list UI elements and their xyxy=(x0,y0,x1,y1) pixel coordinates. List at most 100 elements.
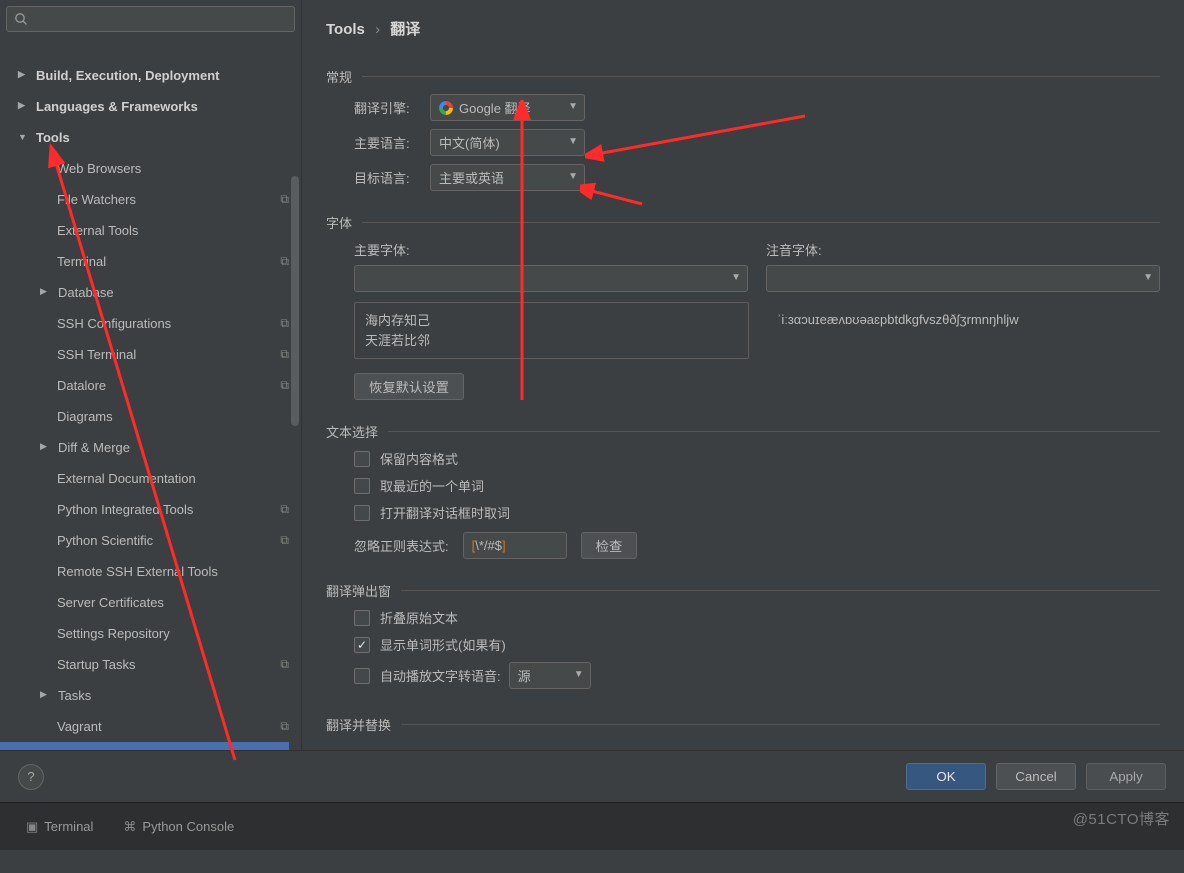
collapse-label: 折叠原始文本 xyxy=(380,608,458,627)
sidebar-item[interactable]: File Watchers ⧉ xyxy=(0,184,301,215)
sidebar-item-label: SSH Configurations xyxy=(57,316,171,331)
on-open-checkbox[interactable] xyxy=(354,505,370,521)
sidebar-item[interactable]: Terminal ⧉ xyxy=(0,246,301,277)
breadcrumb-root[interactable]: Tools xyxy=(326,21,365,38)
main-area: Build, Execution, Deployment Languages & … xyxy=(0,0,1184,750)
show-form-checkbox[interactable] xyxy=(354,637,370,653)
sidebar-item[interactable]: Settings Repository xyxy=(0,618,301,649)
target-lang-label: 目标语言: xyxy=(354,168,430,187)
dialog-footer: ? OK Cancel Apply xyxy=(0,750,1184,802)
sidebar-item-label: Terminal xyxy=(57,254,106,269)
chevron-right-icon xyxy=(18,101,30,112)
sidebar-scrollbar[interactable] xyxy=(289,36,301,750)
sidebar-item[interactable]: Server Certificates xyxy=(0,587,301,618)
collapse-checkbox[interactable] xyxy=(354,610,370,626)
project-scope-icon: ⧉ xyxy=(280,378,289,393)
project-scope-icon: ⧉ xyxy=(280,347,289,362)
sidebar-item[interactable]: External Documentation xyxy=(0,463,301,494)
sidebar-item[interactable]: Startup Tasks⧉ xyxy=(0,649,301,680)
preview-line2: 天涯若比邻 xyxy=(365,331,738,351)
sidebar-item-label: Diagrams xyxy=(57,409,113,424)
terminal-tool[interactable]: ▣Terminal xyxy=(26,819,93,835)
chevron-right-icon xyxy=(40,690,52,701)
watermark: @51CTO博客 xyxy=(1073,808,1170,829)
help-button[interactable]: ? xyxy=(18,764,44,790)
project-scope-icon: ⧉ xyxy=(280,254,289,269)
search-input[interactable] xyxy=(6,6,295,32)
auto-tts-label: 自动播放文字转语音: xyxy=(380,666,501,685)
project-scope-icon: ⧉ xyxy=(280,719,289,734)
primary-font-combo[interactable]: ▼ xyxy=(354,265,748,292)
chevron-down-icon: ▼ xyxy=(731,272,741,283)
sidebar-item[interactable]: Datalore⧉ xyxy=(0,370,301,401)
sidebar-item[interactable]: Vagrant⧉ xyxy=(0,711,301,742)
preview-line1: 海内存知己 xyxy=(365,311,738,331)
phonetic-font-preview: ˈiːɜαɔuɪeæʌɒʊəaɛpbtdkgfvszθðʃʒrmnŋhljw xyxy=(767,302,1160,359)
sidebar-item[interactable]: Web Browsers xyxy=(0,153,301,184)
chevron-down-icon: ▼ xyxy=(568,101,578,112)
project-scope-icon: ⧉ xyxy=(280,192,289,207)
sidebar-item[interactable]: Database xyxy=(0,277,301,308)
sidebar-item-label: Python Scientific xyxy=(57,533,153,548)
project-scope-icon: ⧉ xyxy=(280,533,289,548)
settings-dialog: Build, Execution, Deployment Languages & … xyxy=(0,0,1184,802)
target-lang-combo[interactable]: 主要或英语 ▼ xyxy=(430,164,585,191)
section-replace-label: 翻译并替换 xyxy=(326,715,391,734)
sidebar-item-label: SSH Terminal xyxy=(57,347,136,362)
section-general: 常规 xyxy=(326,67,1160,86)
nearest-word-label: 取最近的一个单词 xyxy=(380,476,484,495)
tts-source-combo[interactable]: 源 ▼ xyxy=(509,662,591,689)
python-console-tool[interactable]: ⌘Python Console xyxy=(123,819,234,835)
sidebar-item[interactable]: Python Scientific ⧉ xyxy=(0,525,301,556)
primary-font-preview: 海内存知己 天涯若比邻 xyxy=(354,302,749,359)
sidebar-item[interactable]: SSH Configurations⧉ xyxy=(0,308,301,339)
chevron-right-icon xyxy=(40,287,52,298)
reset-font-button[interactable]: 恢复默认设置 xyxy=(354,373,464,400)
sidebar-item-label: Server Certificates xyxy=(57,595,164,610)
section-replace: 翻译并替换 xyxy=(326,715,1160,734)
ignore-regex-input[interactable]: [\*/#$] xyxy=(463,532,567,559)
check-regex-button[interactable]: 检查 xyxy=(581,532,638,559)
engine-label: 翻译引擎: xyxy=(354,98,430,117)
sidebar-item[interactable]: Python Integrated Tools⧉ xyxy=(0,494,301,525)
section-popup: 翻译弹出窗 xyxy=(326,581,1160,600)
keep-format-checkbox[interactable] xyxy=(354,451,370,467)
chevron-down-icon xyxy=(18,133,30,143)
sidebar-item-label: Build, Execution, Deployment xyxy=(36,68,219,83)
sidebar-item-label: Web Browsers xyxy=(57,161,141,176)
sidebar-item[interactable]: Diff & Merge xyxy=(0,432,301,463)
sidebar-scroll-thumb[interactable] xyxy=(291,176,299,426)
sidebar-item-label: File Watchers xyxy=(57,192,136,207)
sidebar-item[interactable]: SSH Terminal ⧉ xyxy=(0,339,301,370)
target-lang-value: 主要或英语 xyxy=(439,168,504,187)
sidebar-item-label: External Documentation xyxy=(57,471,196,486)
sidebar-item[interactable]: Tasks xyxy=(0,680,301,711)
sidebar-item[interactable]: Build, Execution, Deployment xyxy=(0,60,301,91)
phonetic-font-combo[interactable]: ▼ xyxy=(766,265,1160,292)
cancel-button[interactable]: Cancel xyxy=(996,763,1076,790)
section-font-label: 字体 xyxy=(326,213,352,232)
sidebar-item-label: Languages & Frameworks xyxy=(36,99,198,114)
apply-button[interactable]: Apply xyxy=(1086,763,1166,790)
sidebar-item[interactable]: Remote SSH External Tools xyxy=(0,556,301,587)
sidebar-item[interactable]: Languages & Frameworks xyxy=(0,91,301,122)
ok-button[interactable]: OK xyxy=(906,763,986,790)
sidebar-item-label: External Tools xyxy=(57,223,138,238)
sidebar-item[interactable]: Tools xyxy=(0,122,301,153)
sidebar: Build, Execution, Deployment Languages & … xyxy=(0,0,302,750)
ignore-regex-label: 忽略正则表达式: xyxy=(354,536,449,555)
auto-tts-checkbox[interactable] xyxy=(354,668,370,684)
engine-combo[interactable]: Google 翻译 ▼ xyxy=(430,94,585,121)
sidebar-item[interactable]: Diagrams xyxy=(0,401,301,432)
settings-tree[interactable]: Build, Execution, Deployment Languages & … xyxy=(0,36,301,750)
section-font: 字体 xyxy=(326,213,1160,232)
phonetic-font-label: 注音字体: xyxy=(766,240,1160,259)
primary-lang-combo[interactable]: 中文(简体) ▼ xyxy=(430,129,585,156)
sidebar-item-label: Remote SSH External Tools xyxy=(57,564,218,579)
chevron-right-icon xyxy=(18,70,30,81)
engine-value: Google 翻译 xyxy=(459,98,531,117)
sidebar-item[interactable]: External Tools xyxy=(0,215,301,246)
nearest-word-checkbox[interactable] xyxy=(354,478,370,494)
breadcrumb-sep: › xyxy=(375,21,380,38)
sidebar-item[interactable]: 翻译 xyxy=(0,742,301,750)
